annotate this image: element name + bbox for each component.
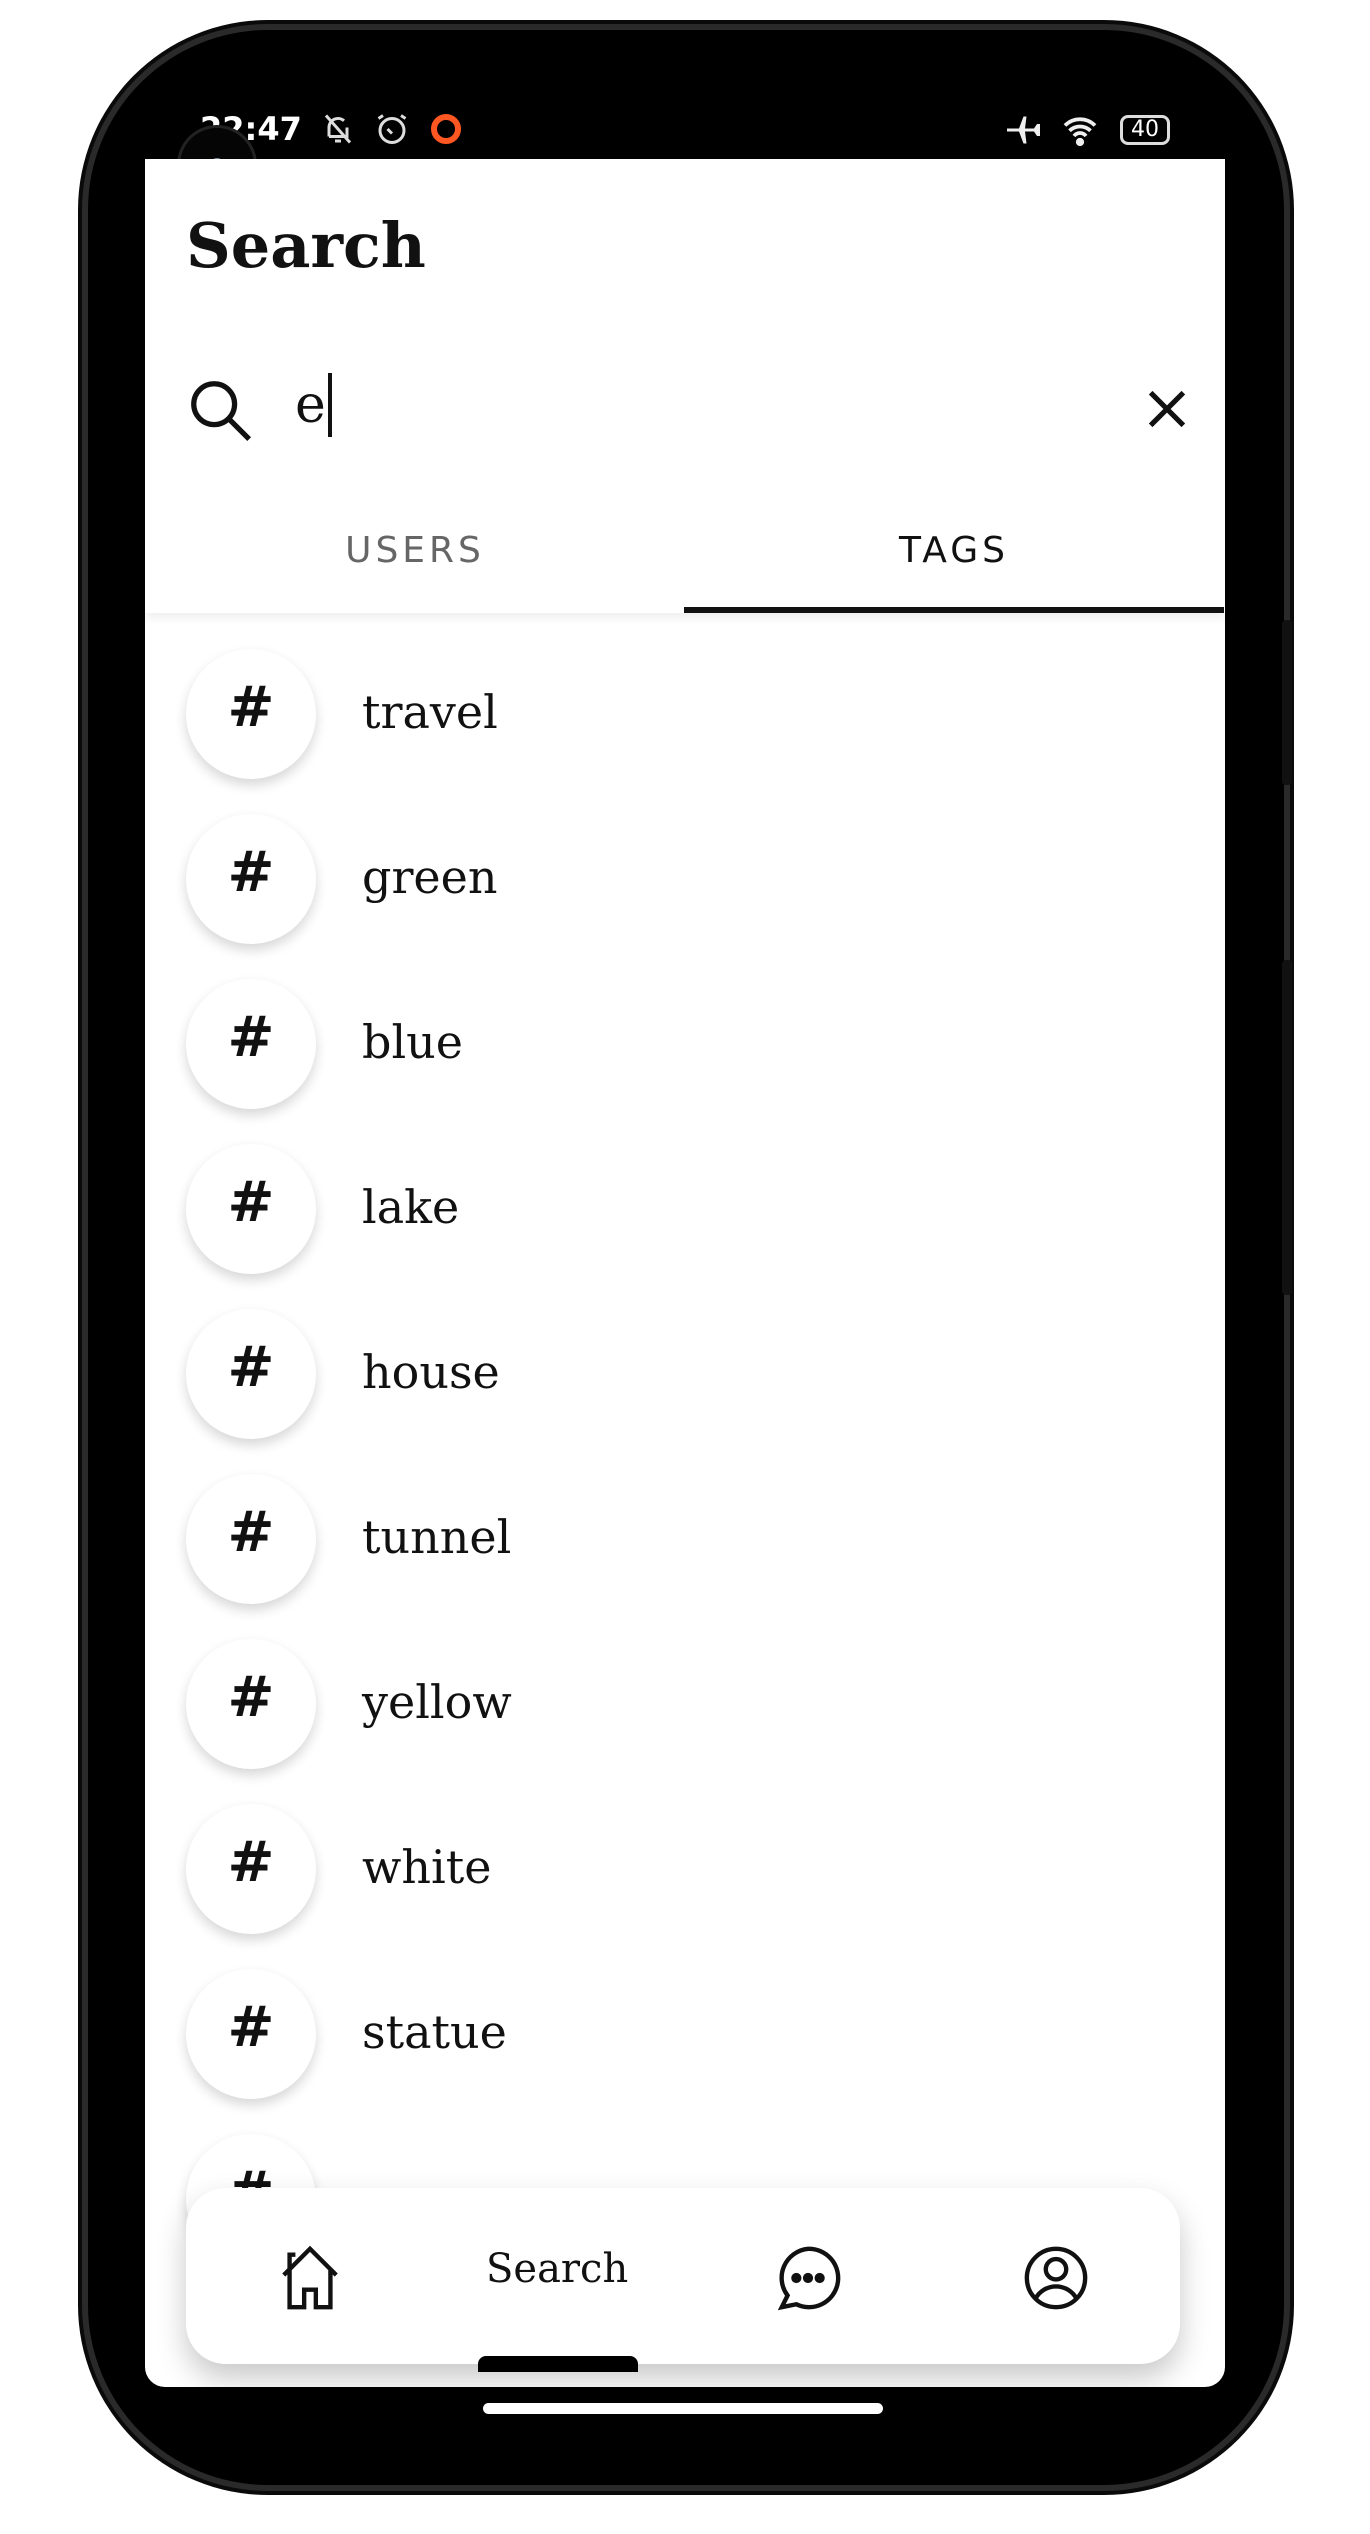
search-input[interactable]: e: [295, 373, 332, 437]
tag-label: statue: [362, 2005, 507, 2059]
hashtag-icon: #: [186, 814, 316, 944]
home-icon: [282, 2245, 338, 2310]
chat-icon: [777, 2246, 841, 2311]
tab-users[interactable]: USERS: [145, 509, 685, 613]
tag-label: lake: [362, 1180, 460, 1234]
hashtag-icon: #: [186, 1474, 316, 1604]
search-icon[interactable]: [185, 375, 255, 445]
hashtag-icon: #: [186, 1804, 316, 1934]
wifi-icon: [1063, 117, 1097, 147]
tab-tags[interactable]: TAGS: [684, 509, 1224, 613]
status-bar-right: 40: [1004, 112, 1170, 148]
power-button: [1282, 620, 1292, 785]
list-item[interactable]: # green: [145, 814, 1225, 954]
tag-label: white: [362, 1840, 492, 1894]
hashtag-icon: #: [186, 1639, 316, 1769]
bottom-nav: Search: [186, 2188, 1180, 2372]
nav-home[interactable]: [270, 2238, 350, 2318]
alarm-icon: [377, 114, 407, 144]
mute-icon: [324, 114, 351, 144]
list-item[interactable]: # travel: [145, 649, 1225, 789]
tag-label: yellow: [362, 1675, 512, 1729]
tab-bar: USERS TAGS: [145, 509, 1225, 613]
list-item[interactable]: # tunnel: [145, 1474, 1225, 1614]
record-icon: [430, 114, 461, 144]
list-item[interactable]: # blue: [145, 979, 1225, 1119]
tag-label: green: [362, 850, 498, 904]
active-tab-indicator: [478, 2356, 638, 2372]
hashtag-icon: #: [186, 1969, 316, 2099]
hashtag-icon: #: [186, 979, 316, 1109]
page-title: Search: [186, 209, 426, 282]
nav-search[interactable]: Search: [486, 2246, 628, 2292]
tag-label: house: [362, 1345, 500, 1399]
list-item[interactable]: # statue: [145, 1969, 1225, 2109]
tag-label: blue: [362, 1015, 464, 1069]
clear-search-icon[interactable]: [1139, 381, 1195, 437]
hashtag-icon: #: [186, 1309, 316, 1439]
hashtag-icon: #: [186, 649, 316, 779]
home-gesture-bar[interactable]: [483, 2403, 883, 2414]
volume-button: [1282, 960, 1292, 1295]
list-item[interactable]: # house: [145, 1309, 1225, 1449]
list-item[interactable]: # lake: [145, 1144, 1225, 1284]
airplane-icon: [1007, 116, 1040, 144]
hashtag-icon: #: [186, 1144, 316, 1274]
tag-label: travel: [362, 685, 498, 739]
nav-chat[interactable]: [768, 2238, 848, 2318]
screen: Search e USERS TAGS # travel # green # blue…: [145, 159, 1225, 2387]
list-item[interactable]: # white: [145, 1804, 1225, 1944]
search-bar: e: [185, 369, 1195, 449]
battery-icon: 40: [1120, 115, 1170, 145]
nav-profile[interactable]: [1016, 2238, 1096, 2318]
list-item[interactable]: # yellow: [145, 1639, 1225, 1779]
tag-label: tunnel: [362, 1510, 512, 1564]
profile-icon: [1024, 2246, 1088, 2310]
